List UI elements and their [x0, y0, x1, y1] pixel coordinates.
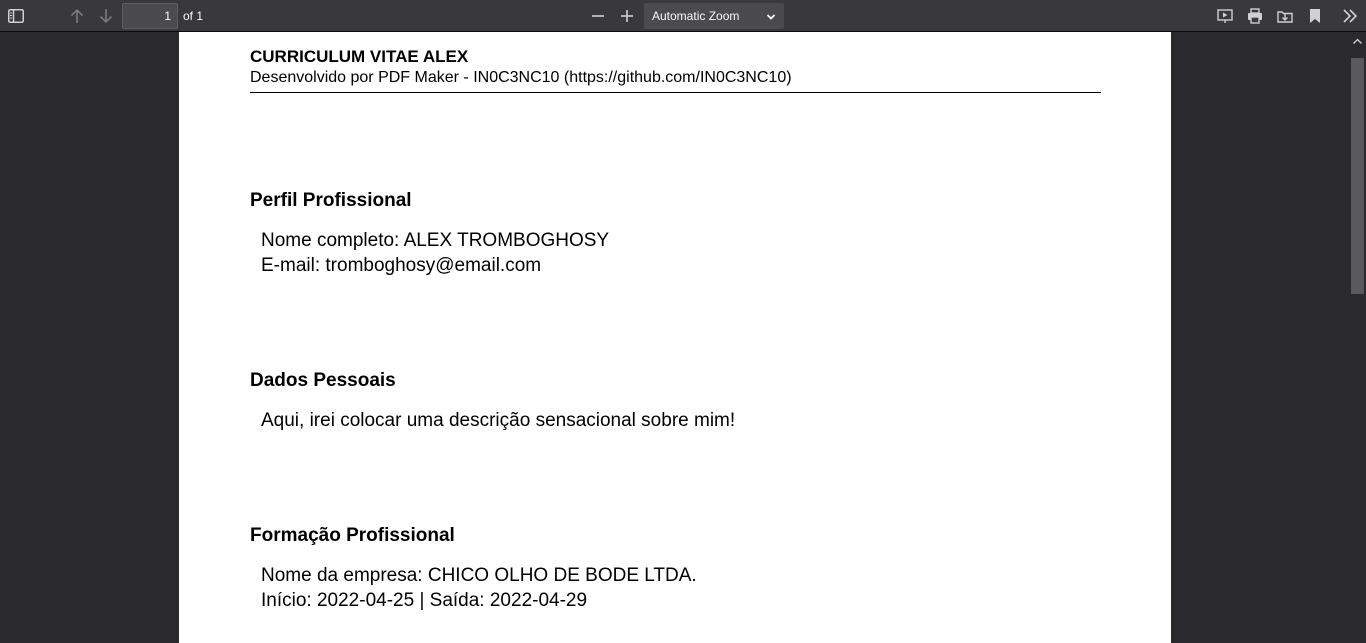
section-line: Início: 2022-04-25 | Saída: 2022-04-29 — [261, 590, 588, 611]
section-line: Nome completo: ALEX TROMBOGHOSY — [261, 230, 610, 251]
document-subtitle: Desenvolvido por PDF Maker - IN0C3NC10 (… — [250, 69, 792, 86]
download-button[interactable] — [1272, 3, 1298, 29]
scroll-up-arrow-icon[interactable] — [1349, 32, 1366, 49]
next-page-button[interactable] — [93, 3, 119, 29]
arrow-down-icon — [98, 8, 114, 24]
download-icon — [1277, 8, 1293, 24]
page-number-input[interactable] — [122, 3, 178, 29]
header-divider — [250, 92, 1101, 93]
sidebar-toggle-icon[interactable] — [3, 3, 29, 29]
page-count-label: of 1 — [183, 9, 204, 23]
arrow-up-icon — [69, 8, 85, 24]
pdf-page: CURRICULUM VITAE ALEX Desenvolvido por P… — [179, 32, 1171, 643]
document-title: CURRICULUM VITAE ALEX — [250, 47, 469, 66]
zoom-out-icon — [591, 9, 605, 23]
zoom-out-button[interactable] — [585, 3, 611, 29]
print-button[interactable] — [1242, 3, 1268, 29]
print-icon — [1247, 8, 1263, 24]
chevron-down-icon — [766, 11, 776, 25]
zoom-in-button[interactable] — [614, 3, 640, 29]
section-line: Nome da empresa: CHICO OLHO DE BODE LTDA… — [261, 565, 697, 586]
secondary-toolbar-button[interactable] — [1337, 3, 1363, 29]
scrollbar-thumb[interactable] — [1351, 58, 1364, 294]
zoom-in-icon — [620, 9, 634, 23]
section-heading-formacao: Formação Profissional — [250, 525, 455, 546]
pdf-toolbar: of 1 Automatic Zoom — [0, 0, 1366, 32]
section-heading-dados: Dados Pessoais — [250, 370, 396, 391]
bookmark-icon — [1309, 8, 1321, 24]
document-viewer[interactable]: CURRICULUM VITAE ALEX Desenvolvido por P… — [0, 32, 1366, 643]
double-chevron-right-icon — [1342, 9, 1358, 23]
section-heading-perfil: Perfil Profissional — [250, 190, 412, 211]
presentation-icon — [1217, 8, 1233, 24]
section-line: E-mail: tromboghosy@email.com — [261, 255, 542, 276]
previous-page-button[interactable] — [64, 3, 90, 29]
presentation-mode-button[interactable] — [1212, 3, 1238, 29]
bookmark-button[interactable] — [1302, 3, 1328, 29]
section-line: Aqui, irei colocar uma descrição sensaci… — [261, 410, 736, 431]
zoom-select-label: Automatic Zoom — [652, 9, 740, 23]
zoom-select[interactable]: Automatic Zoom — [644, 3, 784, 29]
vertical-scrollbar[interactable] — [1349, 32, 1366, 643]
